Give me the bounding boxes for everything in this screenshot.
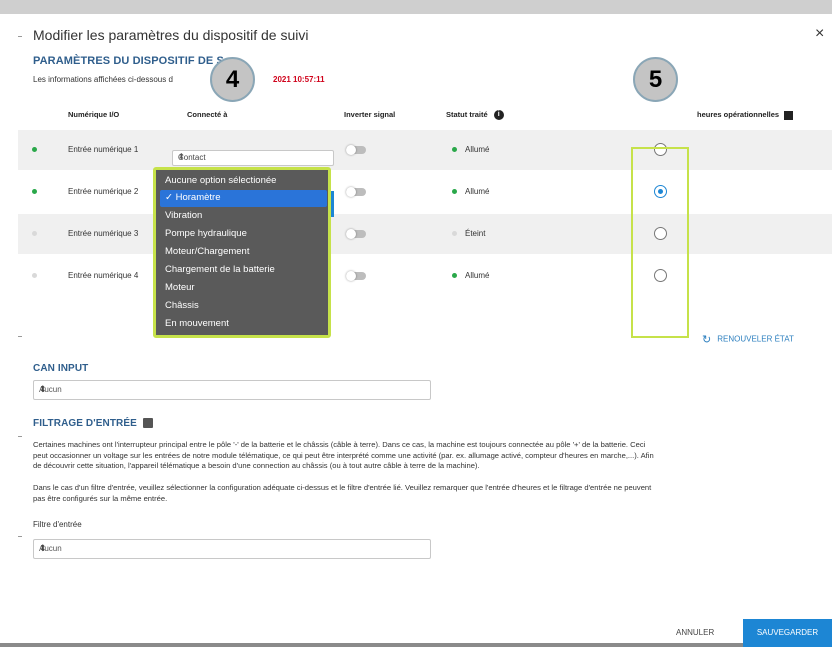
status-dot (32, 189, 37, 194)
col-connected: Connecté à (187, 110, 228, 119)
status-label: Allumé (465, 271, 490, 280)
status-text: Éteint (452, 229, 485, 238)
info-icon[interactable]: i (493, 110, 504, 121)
dropdown-option[interactable]: En mouvement (160, 316, 327, 333)
background-page-strip (0, 0, 832, 14)
col-status-label: Statut traité (446, 110, 488, 119)
inverter-toggle[interactable] (346, 187, 366, 197)
callout-4: 4 (210, 57, 255, 102)
toggle-knob (346, 145, 356, 155)
dialog-title: Modifier les paramètres du dispositif de… (33, 27, 309, 43)
col-hours: heures opérationnelles (697, 110, 794, 120)
connected-dropdown-menu[interactable]: Aucune option sélectionée ✓ Horamètre Vi… (153, 167, 331, 338)
text-line: Certaines machines ont l'interrupteur pr… (33, 440, 646, 449)
status-dot (32, 231, 37, 236)
row-label: Entrée numérique 1 (68, 145, 139, 154)
text-line: Dans le cas d'un filtre d'entrée, veuill… (33, 483, 652, 492)
params-info-text: Les informations affichées ci-dessous d (33, 75, 173, 84)
renew-label: RENOUVELER ÉTAT (717, 334, 794, 344)
cancel-button[interactable]: ANNULER (676, 628, 714, 637)
dropdown-option[interactable]: Châssis (160, 298, 327, 315)
dropdown-option[interactable]: Moteur (160, 280, 327, 297)
status-label: Allumé (465, 145, 490, 154)
chevron-updown-icon: ⬍ (178, 152, 185, 161)
chart-icon[interactable] (784, 110, 794, 120)
dropdown-option-selected[interactable]: ✓ Horamètre (160, 190, 327, 207)
status-label: Allumé (465, 187, 490, 196)
table-row: Entrée numérique 2 Allumé (18, 172, 832, 212)
table-row: Entrée numérique 1 Allumé (18, 130, 832, 170)
status-dot (452, 231, 457, 237)
settings-dialog: Modifier les paramètres du dispositif de… (0, 14, 832, 647)
toggle-knob (346, 271, 356, 281)
toggle-knob (346, 187, 356, 197)
text-line: de découvrir cette situation, l'appareil… (33, 461, 480, 470)
highlight-box-hours (631, 147, 689, 338)
status-dot (452, 147, 457, 153)
status-text: Allumé (452, 187, 489, 196)
dropdown-option[interactable]: Chargement de la batterie (160, 262, 327, 279)
callout-5: 5 (633, 57, 678, 102)
status-text: Allumé (452, 271, 489, 280)
table-row: Entrée numérique 3 Éteint (18, 214, 832, 254)
params-heading: PARAMÈTRES DU DISPOSITIF DE S (33, 55, 224, 67)
inverter-toggle[interactable] (346, 145, 366, 155)
left-tick (18, 536, 22, 537)
row-label: Entrée numérique 3 (68, 229, 139, 238)
dropdown-option[interactable]: Moteur/Chargement (160, 244, 327, 261)
text-line: pas être configurés sur la même entrée. (33, 493, 168, 503)
filter-description: Certaines machines ont l'interrupteur pr… (33, 440, 828, 472)
status-dot (452, 273, 457, 279)
left-tick (18, 36, 22, 37)
col-numeric: Numérique I/O (68, 110, 120, 119)
filter-field-label: Filtre d'entrée (33, 520, 82, 529)
text-line: peut occasionner un voltage sur les entr… (33, 450, 654, 460)
status-dot (32, 273, 37, 278)
toggle-knob (346, 229, 356, 239)
filter-note: Dans le cas d'un filtre d'entrée, veuill… (33, 483, 828, 504)
close-icon[interactable]: × (815, 25, 824, 43)
table-row: Entrée numérique 4 Allumé (18, 256, 832, 296)
dropdown-option[interactable]: Aucune option sélectionée (160, 173, 327, 190)
inverter-toggle[interactable] (346, 229, 366, 239)
col-hours-label: heures opérationnelles (697, 110, 780, 119)
filter-icon (142, 418, 153, 429)
status-text: Allumé (452, 145, 489, 154)
inverter-toggle[interactable] (346, 271, 366, 281)
left-tick (18, 436, 22, 437)
refresh-icon: ↻ (702, 334, 712, 346)
filter-select[interactable]: Aucun ⬍ (33, 539, 431, 559)
params-info: Les informations affichées ci-dessous d (33, 75, 173, 84)
row-label: Entrée numérique 4 (68, 271, 139, 280)
chevron-updown-icon: ⬍ (39, 543, 47, 553)
col-inverter: Inverter signal (344, 110, 396, 119)
col-status: Statut traité i (446, 110, 504, 121)
dropdown-option[interactable]: Pompe hydraulique (160, 226, 327, 243)
status-dot (452, 189, 457, 195)
dropdown-option[interactable]: Vibration (160, 208, 327, 225)
renew-status-button[interactable]: ↻ RENOUVELER ÉTAT (702, 333, 794, 346)
connected-select[interactable]: Contact ⬍ (172, 150, 334, 166)
can-input-select[interactable]: Aucun ⬍ (33, 380, 431, 400)
params-info-time: 2021 10:57:11 (273, 75, 325, 84)
status-dot (32, 147, 37, 152)
left-tick (18, 336, 22, 337)
chevron-updown-icon: ⬍ (39, 384, 47, 394)
row-label: Entrée numérique 2 (68, 187, 139, 196)
status-label: Éteint (465, 229, 486, 238)
can-input-heading: CAN INPUT (33, 363, 89, 374)
filter-heading-label: FILTRAGE D'ENTRÉE (33, 418, 137, 429)
filter-heading: FILTRAGE D'ENTRÉE (33, 418, 153, 429)
